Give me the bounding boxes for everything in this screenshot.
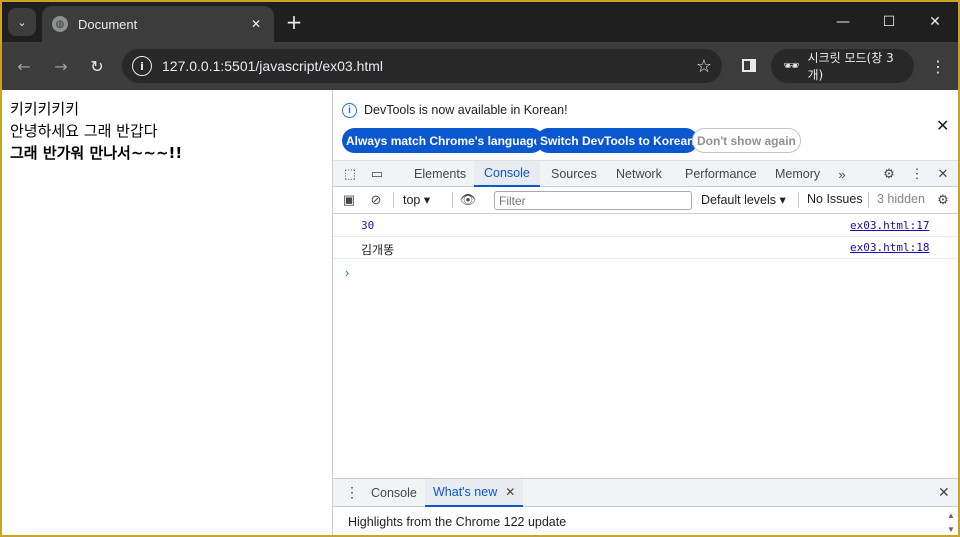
tab-strip: ⌄ ◍ Document ✕ + — ☐ ✕ <box>2 2 958 42</box>
close-window-button[interactable]: ✕ <box>912 2 958 42</box>
language-infobar: i DevTools is now available in Korean! A… <box>333 90 958 160</box>
drawer-menu-icon[interactable]: ⋮ <box>345 484 359 501</box>
log-levels-dropdown[interactable]: Default levels ▾ <box>701 192 786 207</box>
devtools-menu-icon[interactable]: ⋮ <box>908 165 926 183</box>
page-line-3: 그래 반가워 만나서~~~!! <box>10 144 183 162</box>
close-infobar-icon[interactable]: ✕ <box>936 116 949 136</box>
close-devtools-icon[interactable]: ✕ <box>934 165 952 183</box>
switch-korean-button[interactable]: Switch DevTools to Korean <box>536 128 699 153</box>
new-tab-button[interactable]: + <box>282 10 306 34</box>
levels-label: Default levels <box>701 193 777 207</box>
match-language-button[interactable]: Always match Chrome's language <box>342 128 545 153</box>
back-button[interactable]: ← <box>12 54 36 78</box>
close-tab-icon[interactable]: ✕ <box>248 16 264 32</box>
browser-window: ⌄ ◍ Document ✕ + — ☐ ✕ ← → ↻ i 127.0.0.1… <box>0 0 960 537</box>
browser-tab[interactable]: ◍ Document ✕ <box>42 6 274 42</box>
drawer-tab-console[interactable]: Console <box>363 479 425 507</box>
devtools-panel: i DevTools is now available in Korean! A… <box>332 90 958 535</box>
incognito-indicator[interactable]: 🕶 시크릿 모드(창 3개) <box>771 49 914 83</box>
log-value: 30 <box>361 219 375 232</box>
address-bar[interactable]: i 127.0.0.1:5501/javascript/ex03.html ☆ <box>122 49 722 83</box>
device-toolbar-icon[interactable]: ▭ <box>368 165 386 183</box>
tab-network[interactable]: Network <box>606 161 672 187</box>
devtools-tab-bar: ⬚ ▭ Elements Console Sources Network Per… <box>333 160 958 187</box>
console-filter-input[interactable] <box>494 191 692 210</box>
scroll-down-icon[interactable]: ▼ <box>947 525 955 534</box>
log-source-link[interactable]: ex03.html:18 <box>850 241 929 254</box>
whats-new-content: Highlights from the Chrome 122 update ▲ … <box>333 507 958 535</box>
console-prompt-caret-icon[interactable]: › <box>345 265 349 280</box>
tab-sources[interactable]: Sources <box>541 161 607 187</box>
context-label: top <box>403 193 421 207</box>
tab-memory[interactable]: Memory <box>765 161 830 187</box>
divider <box>868 192 869 208</box>
console-settings-gear-icon[interactable]: ⚙ <box>934 191 952 209</box>
dont-show-again-button[interactable]: Don't show again <box>692 128 801 153</box>
arrow-left-icon: ← <box>17 56 31 76</box>
console-log-row: 30 ex03.html:17 <box>333 215 958 237</box>
console-log-row: 김개똥 ex03.html:18 <box>333 237 958 259</box>
page-content: 키키키키키 안녕하세요 그래 반갑다 그래 반가워 만나서~~~!! <box>2 90 332 535</box>
log-source-link[interactable]: ex03.html:17 <box>850 219 929 232</box>
incognito-label: 시크릿 모드(창 3개) <box>807 51 894 82</box>
tab-performance[interactable]: Performance <box>675 161 767 187</box>
settings-gear-icon[interactable]: ⚙ <box>880 165 898 183</box>
console-toolbar: ▣ ⊘ top ▾ 👁 Default levels ▾ No Issues 3… <box>333 187 958 214</box>
chevron-down-icon: ⌄ <box>17 15 27 29</box>
tab-console[interactable]: Console <box>474 161 540 187</box>
browser-toolbar: ← → ↻ i 127.0.0.1:5501/javascript/ex03.h… <box>2 42 958 90</box>
site-info-icon[interactable]: i <box>132 56 152 76</box>
divider <box>798 192 799 208</box>
incognito-icon: 🕶 <box>783 58 800 74</box>
tab-elements[interactable]: Elements <box>404 161 476 187</box>
browser-menu-button[interactable]: ⋮ <box>928 54 948 78</box>
info-icon: i <box>342 103 357 118</box>
inspect-element-icon[interactable]: ⬚ <box>341 165 359 183</box>
drawer-tab-whats-new[interactable]: What's new ✕ <box>425 479 524 507</box>
page-line-2: 안녕하세요 그래 반갑다 <box>10 122 158 140</box>
arrow-right-icon: → <box>54 56 68 76</box>
divider <box>393 192 394 208</box>
url-text: 127.0.0.1:5501/javascript/ex03.html <box>162 58 384 74</box>
close-tab-icon[interactable]: ✕ <box>505 485 515 499</box>
infobar-message: DevTools is now available in Korean! <box>364 103 568 117</box>
hidden-messages-count: 3 hidden <box>877 192 925 206</box>
whats-new-headline: Highlights from the Chrome 122 update <box>348 515 567 529</box>
drawer-tab-whats-new-label: What's new <box>433 485 498 499</box>
maximize-button[interactable]: ☐ <box>866 2 912 42</box>
divider <box>452 192 453 208</box>
globe-icon: ◍ <box>52 16 68 32</box>
scroll-up-icon[interactable]: ▲ <box>947 511 955 520</box>
issues-counter[interactable]: No Issues <box>807 192 863 206</box>
drawer-tab-bar: ⋮ Console What's new ✕ ✕ <box>333 478 958 507</box>
minimize-button[interactable]: — <box>820 2 866 42</box>
clear-console-icon[interactable]: ⊘ <box>367 191 385 209</box>
page-line-1: 키키키키키 <box>10 100 80 118</box>
tab-title: Document <box>78 16 138 32</box>
star-icon[interactable]: ☆ <box>696 56 712 77</box>
side-panel-icon <box>742 58 756 72</box>
side-panel-button[interactable] <box>738 54 760 76</box>
more-vert-icon: ⋮ <box>930 56 946 76</box>
close-drawer-icon[interactable]: ✕ <box>938 484 950 501</box>
sidebar-toggle-icon[interactable]: ▣ <box>340 191 358 209</box>
more-tabs-icon[interactable]: » <box>833 165 851 183</box>
console-output[interactable]: 30 ex03.html:17 김개똥 ex03.html:18 › <box>333 215 958 477</box>
reload-button[interactable]: ↻ <box>85 54 109 78</box>
reload-icon: ↻ <box>90 56 104 76</box>
log-value: 김개똥 <box>361 243 395 257</box>
eye-icon[interactable]: 👁 <box>459 191 477 209</box>
context-selector[interactable]: top ▾ <box>403 192 430 207</box>
forward-button[interactable]: → <box>49 54 73 78</box>
tab-search-button[interactable]: ⌄ <box>8 8 36 36</box>
